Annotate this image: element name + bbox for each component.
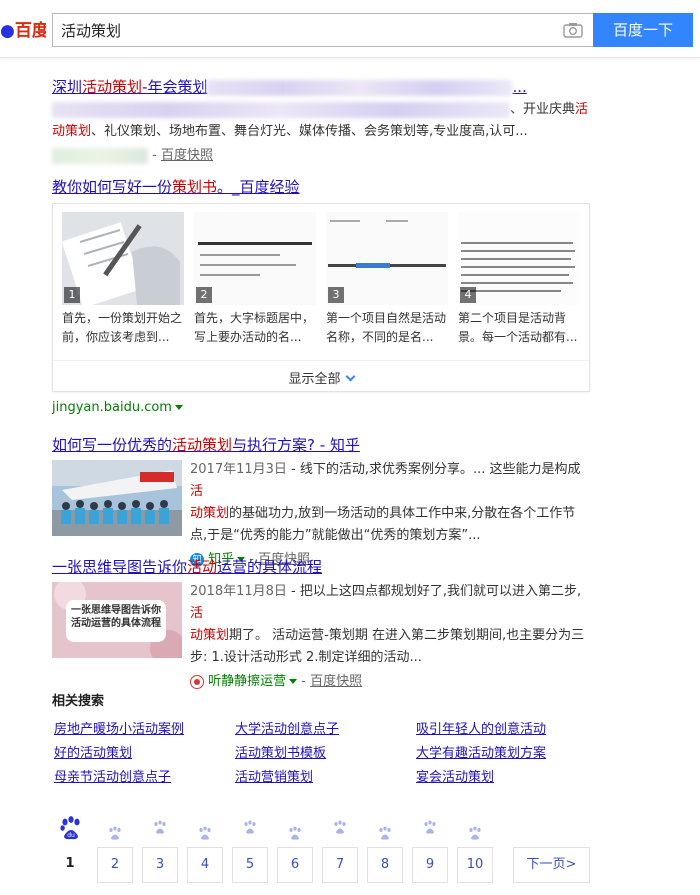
related-search-link[interactable]: 宴会活动策划	[416, 766, 494, 785]
thumbnail-caption: 一张思维导图告诉你活动运营的具体流程	[71, 605, 161, 629]
document-illustration	[62, 212, 184, 305]
result-abstract: 2018年11月8日 - 把以上这四点都规划好了,我们就可以进入第二步,活 动策…	[190, 584, 585, 665]
search-box	[52, 13, 593, 47]
result-abstract: 、开业庆典活 动策划、礼仪策划、场地布置、舞台灯光、媒体传播、会务策划等,专业度…	[52, 101, 589, 139]
paw-icon	[109, 826, 121, 840]
step-card[interactable]: 1 首先，一份策划开始之前，你应该考虑到...	[62, 212, 184, 347]
result-thumbnail[interactable]: 一张思维导图告诉你活动运营的具体流程	[52, 582, 182, 658]
dropdown-caret-icon[interactable]	[289, 679, 298, 684]
logo-text: 百度	[14, 21, 46, 41]
related-searches-title: 相关搜索	[52, 694, 105, 709]
paw-logo-fragment: ●	[0, 21, 15, 41]
blurred-text	[207, 79, 513, 96]
snapshot-link[interactable]: 百度快照	[161, 148, 213, 163]
paw-icon	[424, 820, 436, 834]
related-search-link[interactable]: 大学有趣活动策划方案	[416, 742, 546, 761]
related-search-link[interactable]: 母亲节活动创意点子	[54, 766, 171, 785]
document-illustration	[194, 212, 316, 305]
step-card[interactable]: 3 第一个项目自然是活动名称，不同的是名...	[326, 212, 448, 347]
step-thumbnail: 2	[194, 212, 316, 305]
page-link[interactable]: 7	[322, 847, 358, 883]
result-body: 2018年11月8日 - 把以上这四点都规划好了,我们就可以进入第二步,活 动策…	[190, 581, 592, 689]
camera-icon[interactable]	[563, 22, 583, 38]
step-thumbnail: 1	[62, 212, 184, 305]
paw-icon	[154, 820, 166, 834]
page-link[interactable]: 5	[232, 847, 268, 883]
next-page-button[interactable]: 下一页>	[513, 847, 590, 883]
result-thumbnail[interactable]	[52, 460, 182, 536]
result-body: 2017年11月3日 - 线下的活动,求优秀案例分享。... 这些能力是构成活 …	[190, 459, 592, 567]
dropdown-caret-icon[interactable]	[174, 405, 183, 410]
search-result: 如何写一份优秀的活动策划与执行方案? - 知乎	[52, 434, 592, 455]
result-title[interactable]: 教你如何写好一份策划书。_百度经验	[52, 178, 300, 196]
page-link[interactable]: 10	[457, 847, 493, 883]
svg-text:du: du	[67, 832, 75, 839]
paw-icon-current: du	[60, 816, 80, 840]
result-title[interactable]: 一张思维导图告诉你活动运营的具体流程	[52, 558, 322, 576]
page-link[interactable]: 4	[187, 847, 223, 883]
snapshot-link[interactable]: 百度快照	[310, 674, 362, 689]
paw-icon	[334, 820, 346, 834]
result-title[interactable]: 如何写一份优秀的活动策划与执行方案? - 知乎	[52, 436, 360, 454]
related-search-link[interactable]: 吸引年轻人的创意活动	[416, 718, 546, 737]
show-all-button[interactable]: 显示全部	[53, 360, 589, 387]
page-link[interactable]: 8	[367, 847, 403, 883]
related-search-link[interactable]: 房地产暖场小活动案例	[54, 718, 184, 737]
blurred-text	[52, 101, 510, 118]
paw-icon	[379, 826, 391, 840]
paw-icon	[244, 820, 256, 834]
search-result: 深圳活动策划-年会策划... 、开业庆典活 动策划、礼仪策划、场地布置、舞台灯光…	[52, 76, 592, 164]
result-meta: 听静静擦运营 - 百度快照	[190, 670, 592, 689]
document-illustration	[326, 212, 448, 305]
related-search-link[interactable]: 好的活动策划	[54, 742, 132, 761]
page-link[interactable]: 6	[277, 847, 313, 883]
result-title[interactable]: 深圳活动策划-年会策划...	[52, 78, 527, 96]
step-card[interactable]: 4 第二个项目是活动背景。每一个活动都有...	[458, 212, 580, 347]
search-result: 教你如何写好一份策划书。_百度经验	[52, 176, 592, 197]
related-search-link[interactable]: 活动策划书模板	[235, 742, 326, 761]
group-photo-image	[52, 460, 182, 536]
page-current: 1	[65, 856, 75, 871]
step-thumbnail: 4	[458, 212, 580, 305]
page-link[interactable]: 2	[97, 847, 133, 883]
paw-icon	[199, 826, 211, 840]
search-button[interactable]: 百度一下	[593, 13, 693, 47]
paw-icon	[289, 826, 301, 840]
step-thumbnail: 3	[326, 212, 448, 305]
paw-icon	[469, 826, 481, 840]
related-search-link[interactable]: 大学活动创意点子	[235, 718, 339, 737]
jingyan-steps-card: 1 首先，一份策划开始之前，你应该考虑到... 2 首先，大字标题居中，写上要办…	[52, 203, 590, 392]
chevron-down-icon	[345, 371, 355, 382]
search-input[interactable]	[61, 14, 551, 46]
related-search-link[interactable]: 活动营销策划	[235, 766, 313, 785]
top-search-bar: ●百度 百度一下	[0, 0, 700, 58]
page-link[interactable]: 3	[142, 847, 178, 883]
step-card[interactable]: 2 首先，大字标题居中，写上要办活动的名...	[194, 212, 316, 347]
result-abstract: 2017年11月3日 - 线下的活动,求优秀案例分享。... 这些能力是构成活 …	[190, 462, 581, 543]
document-illustration	[458, 212, 580, 305]
baidu-logo[interactable]: ●百度	[0, 16, 46, 46]
page-link[interactable]: 9	[412, 847, 448, 883]
blurred-url	[52, 147, 148, 164]
result-source: jingyan.baidu.com	[52, 400, 183, 415]
account-icon	[190, 674, 204, 689]
search-result: 一张思维导图告诉你活动运营的具体流程	[52, 556, 592, 577]
result-meta: - 百度快照	[52, 144, 592, 164]
